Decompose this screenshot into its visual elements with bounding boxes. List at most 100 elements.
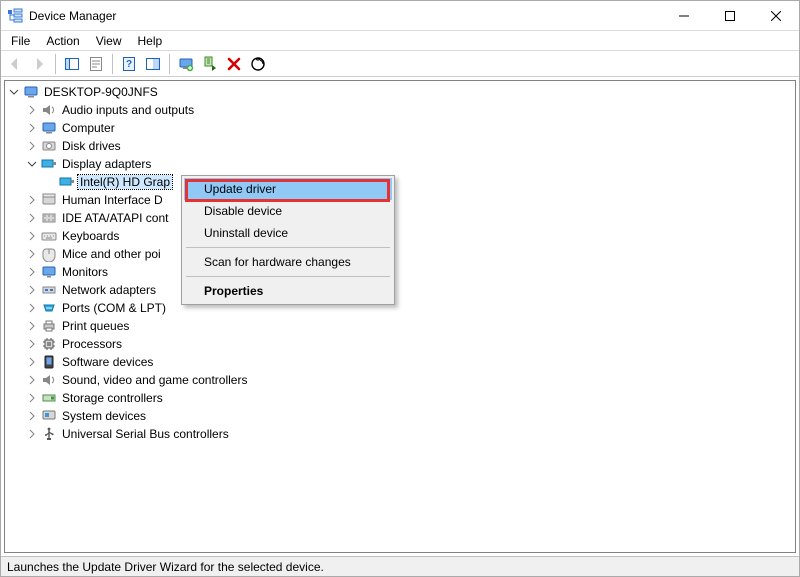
chevron-right-icon[interactable] [25,121,39,135]
context-menu-separator [186,247,390,248]
forward-button [28,53,50,75]
context-menu-update-driver[interactable]: Update driver [184,178,392,200]
chevron-right-icon[interactable] [25,283,39,297]
tree-node-systemdevices[interactable]: System devices [5,407,795,425]
minimize-button[interactable] [661,1,707,30]
tree-node-label: Storage controllers [60,391,165,405]
tree-node-network[interactable]: Network adapters [5,281,795,299]
tree-node-keyboards[interactable]: Keyboards [5,227,795,245]
menu-bar: File Action View Help [1,31,799,51]
tree-node-label: Display adapters [60,157,153,171]
no-expander [43,175,57,189]
properties-button[interactable] [85,53,107,75]
tree-node-softwaredevices[interactable]: Software devices [5,353,795,371]
tree-node-mice[interactable]: Mice and other poi [5,245,795,263]
status-bar: Launches the Update Driver Wizard for th… [1,556,799,576]
tree-node-usb[interactable]: Universal Serial Bus controllers [5,425,795,443]
tree-node-ports[interactable]: Ports (COM & LPT) [5,299,795,317]
chevron-right-icon[interactable] [25,103,39,117]
chevron-right-icon[interactable] [25,301,39,315]
context-menu-uninstall-device[interactable]: Uninstall device [184,222,392,244]
toolbar-separator [55,54,56,74]
show-hide-tree-button[interactable] [61,53,83,75]
chevron-right-icon[interactable] [25,391,39,405]
keyboard-icon [41,228,57,244]
chevron-right-icon[interactable] [25,427,39,441]
chevron-right-icon[interactable] [25,229,39,243]
tree-node-display[interactable]: Display adapters Intel(R) HD Grap [5,155,795,191]
tree-node-label: Keyboards [60,229,121,243]
chevron-down-icon[interactable] [25,157,39,171]
toolbar: ? [1,51,799,77]
title-bar: Device Manager [1,1,799,31]
chevron-right-icon[interactable] [25,373,39,387]
chevron-right-icon[interactable] [25,193,39,207]
monitor-icon [41,264,57,280]
disk-icon [41,138,57,154]
tree-node-label: Disk drives [60,139,123,153]
tree-node-monitors[interactable]: Monitors [5,263,795,281]
tree-node-label: Processors [60,337,124,351]
mouse-icon [41,246,57,262]
tree-node-ide[interactable]: IDE ATA/ATAPI cont [5,209,795,227]
menu-action[interactable]: Action [38,33,87,49]
menu-action-label: Action [46,34,79,48]
display-adapter-icon [41,156,57,172]
back-button [4,53,26,75]
close-button[interactable] [753,1,799,30]
context-menu-separator [186,276,390,277]
tree-node-label: Ports (COM & LPT) [60,301,168,315]
toolbar-separator [112,54,113,74]
computer-icon [23,84,39,100]
uninstall-device-button[interactable] [223,53,245,75]
chevron-right-icon[interactable] [25,139,39,153]
chevron-right-icon[interactable] [25,337,39,351]
enable-device-button[interactable] [199,53,221,75]
hid-icon [41,192,57,208]
tree-node-label: Audio inputs and outputs [60,103,196,117]
help-button[interactable]: ? [118,53,140,75]
hidden-devices-button[interactable] [142,53,164,75]
menu-help[interactable]: Help [130,33,171,49]
menu-file[interactable]: File [3,33,38,49]
window-title: Device Manager [29,9,661,23]
context-menu-disable-device[interactable]: Disable device [184,200,392,222]
chevron-down-icon[interactable] [7,85,21,99]
chevron-right-icon[interactable] [25,247,39,261]
tree-node-printqueues[interactable]: Print queues [5,317,795,335]
chevron-right-icon[interactable] [25,319,39,333]
update-driver-button[interactable] [175,53,197,75]
scan-hardware-button[interactable] [247,53,269,75]
context-menu-item-label: Disable device [204,204,282,218]
device-tree[interactable]: DESKTOP-9Q0JNFS Audio inputs and outputs [5,81,795,552]
network-icon [41,282,57,298]
tree-node-label: Software devices [60,355,155,369]
tree-node-label: Print queues [60,319,131,333]
tree-root[interactable]: DESKTOP-9Q0JNFS Audio inputs and outputs [5,83,795,443]
chevron-right-icon[interactable] [25,355,39,369]
tree-node-processors[interactable]: Processors [5,335,795,353]
tree-node-storagecontrollers[interactable]: Storage controllers [5,389,795,407]
chevron-right-icon[interactable] [25,409,39,423]
tree-node-computer[interactable]: Computer [5,119,795,137]
tree-node-intel-hd[interactable]: Intel(R) HD Grap [5,173,795,191]
chevron-right-icon[interactable] [25,211,39,225]
display-adapter-icon [59,174,75,190]
tree-node-soundvideo[interactable]: Sound, video and game controllers [5,371,795,389]
tree-node-audio[interactable]: Audio inputs and outputs [5,101,795,119]
chevron-right-icon[interactable] [25,265,39,279]
computer-icon [41,120,57,136]
menu-view[interactable]: View [88,33,130,49]
cpu-icon [41,336,57,352]
tree-node-hid[interactable]: Human Interface D [5,191,795,209]
tree-root-label: DESKTOP-9Q0JNFS [42,85,160,99]
maximize-button[interactable] [707,1,753,30]
speaker-icon [41,102,57,118]
port-icon [41,300,57,316]
tree-node-label: Intel(R) HD Grap [78,175,172,189]
context-menu-item-label: Scan for hardware changes [204,255,351,269]
tree-node-disk[interactable]: Disk drives [5,137,795,155]
context-menu-properties[interactable]: Properties [184,280,392,302]
status-text: Launches the Update Driver Wizard for th… [7,560,324,574]
context-menu-scan[interactable]: Scan for hardware changes [184,251,392,273]
